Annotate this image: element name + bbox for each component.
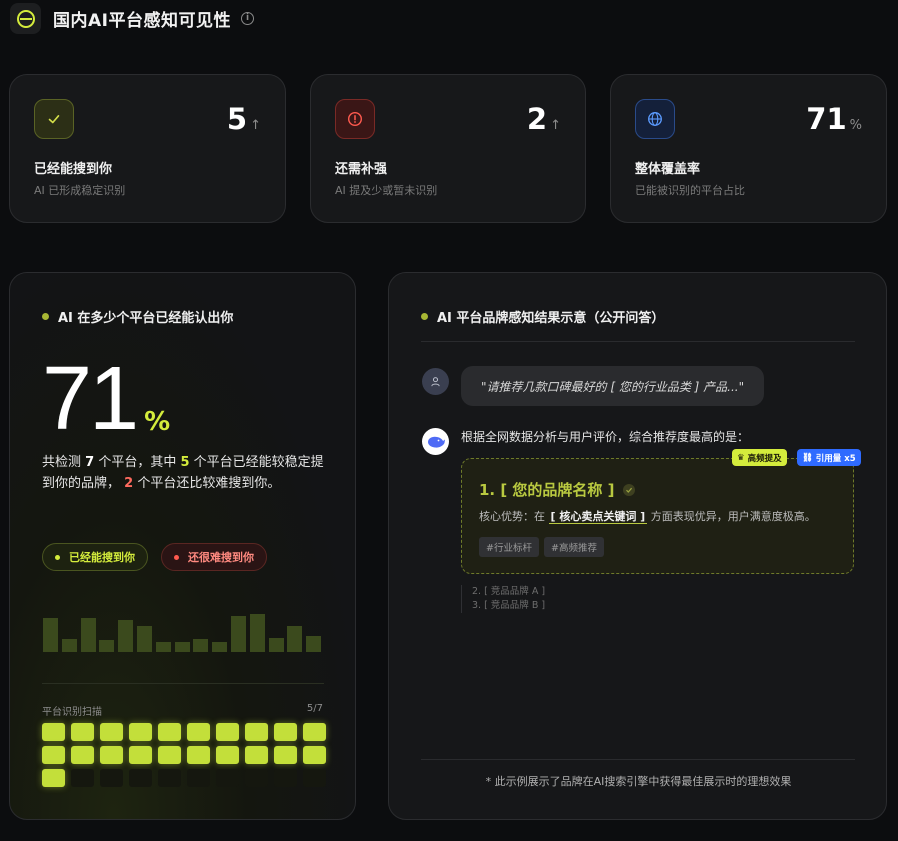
scan-count: 5/7 — [306, 703, 323, 714]
user-icon — [422, 368, 449, 395]
bullet-dot — [421, 313, 428, 320]
stat-value: 2 ↑ — [526, 102, 561, 136]
stat-value: 71% — [806, 102, 862, 136]
stat-label: 已经能搜到你 — [34, 162, 113, 177]
whale-icon — [422, 428, 449, 455]
activity-bar — [287, 626, 303, 652]
scan-cell — [303, 769, 326, 787]
stat-card-coverage: 71% 整体覆盖率 已能被识别的平台占比 — [610, 74, 887, 223]
scan-cell — [71, 769, 94, 787]
activity-bar — [80, 618, 96, 652]
link-icon: ⛓ — [802, 452, 813, 463]
stat-value: 5 ↑ — [226, 102, 261, 136]
check-icon — [34, 99, 74, 139]
scan-cell — [42, 746, 65, 764]
scan-cell — [274, 723, 297, 741]
competitor-list: 2. [ 竞品品牌 A ] 3. [ 竞品品牌 B ] — [461, 585, 545, 613]
activity-bar — [137, 626, 152, 652]
scan-cell — [129, 769, 152, 787]
scan-cell — [245, 723, 268, 741]
platform-recognition-panel: AI 在多少个平台已经能认出你 71% 共检测 7 个平台，其中 5 个平台已经… — [9, 272, 356, 820]
activity-bar — [212, 642, 228, 652]
scan-cell — [187, 746, 210, 764]
divider — [421, 341, 855, 342]
stat-sub: AI 提及少或暂未识别 — [335, 184, 438, 197]
bullet-dot — [42, 313, 49, 320]
scan-cell — [303, 746, 326, 764]
page-header: 国内AI平台感知可见性 i — [10, 3, 254, 34]
list-item: 3. [ 竞品品牌 B ] — [472, 600, 546, 611]
activity-bar — [43, 618, 58, 652]
scan-cell — [245, 746, 268, 764]
section-title: AI 在多少个平台已经能认出你 — [42, 307, 233, 326]
scan-cell — [100, 769, 123, 787]
alert-circle-icon — [335, 99, 375, 139]
activity-bar — [118, 620, 134, 652]
scan-cell — [71, 746, 94, 764]
activity-bars — [42, 587, 324, 652]
globe-icon — [635, 99, 675, 139]
brand-perception-panel: AI 平台品牌感知结果示意（公开问答） "请推荐几款口碑最好的 [ 您的行业品类… — [388, 272, 887, 820]
scan-cell — [100, 723, 123, 741]
scan-cell — [245, 769, 268, 787]
section-title: AI 平台品牌感知结果示意（公开问答） — [421, 307, 664, 326]
scan-cell — [158, 746, 181, 764]
stat-label: 整体覆盖率 — [635, 162, 701, 177]
page-title: 国内AI平台感知可见性 — [53, 11, 231, 31]
user-question: "请推荐几款口碑最好的 [ 您的行业品类 ] 产品..." — [461, 366, 765, 406]
scan-cell — [216, 723, 239, 741]
stat-label: 还需补强 — [335, 162, 388, 177]
minus-circle-icon — [10, 3, 41, 34]
scan-cell — [71, 723, 94, 741]
scan-cell — [158, 769, 181, 787]
stat-card-found: 5 ↑ 已经能搜到你 AI 已形成稳定识别 — [9, 74, 286, 223]
summary-text: 共检测 7 个平台，其中 5 个平台已经能较稳定提到你的品牌， 2 个平台还比较… — [42, 455, 324, 491]
scan-cell — [274, 746, 297, 764]
scan-cell — [216, 746, 239, 764]
result-card: 1. [ 您的品牌名称 ] 核心优势：在 [ 核心卖点关键词 ] 方面表现优异，… — [461, 458, 854, 574]
core-advantage: 核心优势：在 [ 核心卖点关键词 ] 方面表现优异，用户满意度极高。 — [479, 510, 816, 524]
activity-bar — [231, 616, 246, 652]
divider — [421, 759, 855, 760]
legend-found[interactable]: 已经能搜到你 — [42, 543, 148, 571]
activity-bar — [61, 639, 77, 652]
divider — [42, 683, 324, 684]
stat-sub: AI 已形成稳定识别 — [34, 184, 126, 197]
scan-cell — [42, 769, 65, 787]
activity-bar — [306, 636, 322, 652]
stat-card-needs-boost: 2 ↑ 还需补强 AI 提及少或暂未识别 — [310, 74, 586, 223]
activity-bar — [99, 640, 115, 652]
scan-cell — [303, 723, 326, 741]
footnote: * 此示例展示了品牌在AI搜索引擎中获得最佳展示时的理想效果 — [485, 775, 792, 788]
scan-cell — [129, 723, 152, 741]
legend-hard-to-find[interactable]: 还很难搜到你 — [161, 543, 267, 571]
hashtag-chip: #行业标杆 — [479, 537, 539, 557]
activity-bar — [249, 614, 265, 652]
result-title: 1. [ 您的品牌名称 ] — [479, 479, 635, 500]
coverage-percent: 71% — [42, 349, 171, 449]
scan-cell — [216, 769, 239, 787]
scan-cell — [187, 769, 210, 787]
tag-citations: ⛓ 引用量 x5 — [797, 449, 861, 466]
scan-cell — [129, 746, 152, 764]
crown-icon: ♛ — [737, 452, 745, 463]
list-item: 2. [ 竞品品牌 A ] — [472, 586, 546, 597]
scan-cell — [187, 723, 210, 741]
hashtag-chip: #高频推荐 — [544, 537, 604, 557]
stat-sub: 已能被识别的平台占比 — [635, 184, 745, 197]
scan-cell — [158, 723, 181, 741]
activity-bar — [155, 642, 171, 652]
scan-cell — [100, 746, 123, 764]
verified-icon — [622, 483, 635, 496]
scan-cell — [42, 723, 65, 741]
ai-answer-text: 根据全网数据分析与用户评价，综合推荐度最高的是： — [461, 430, 750, 444]
activity-bar — [193, 639, 209, 652]
activity-bar — [174, 642, 190, 652]
scan-label: 平台识别扫描 — [42, 707, 102, 718]
scan-cell — [274, 769, 297, 787]
info-icon[interactable]: i — [240, 12, 254, 25]
tag-hot: ♛ 高频提及 — [732, 449, 787, 466]
activity-bar — [268, 638, 284, 652]
